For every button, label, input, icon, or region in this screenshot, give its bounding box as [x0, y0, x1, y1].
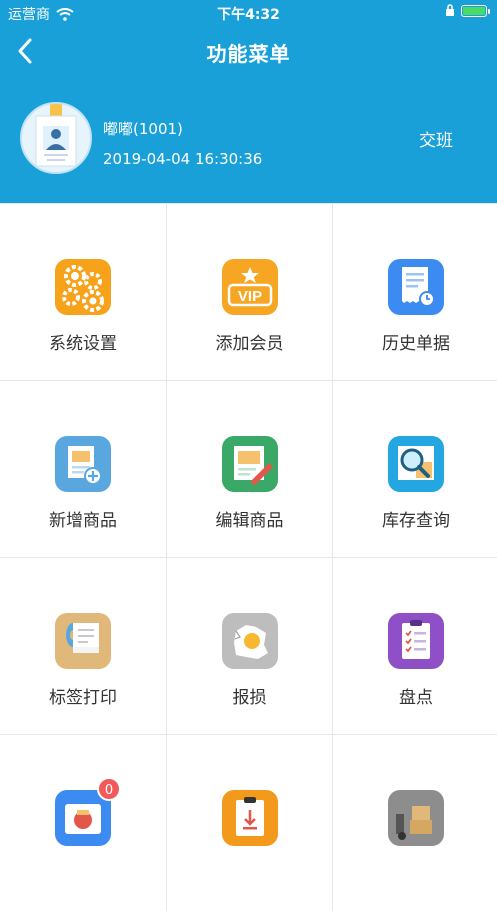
menu-item-system-settings[interactable]: 系统设置: [0, 204, 166, 380]
menu-item-label: 标签打印: [49, 688, 117, 708]
svg-text:VIP: VIP: [237, 288, 261, 305]
user-profile: 嘟嘟(1001) 2019-04-04 16:30:36 交班: [20, 102, 497, 176]
warehouse-icon: [388, 790, 444, 846]
label-print-icon: [55, 613, 111, 669]
battery-icon: [461, 5, 490, 17]
edit-product-icon: [221, 436, 278, 492]
add-product-icon: [55, 436, 111, 492]
stocktake-icon: [388, 613, 444, 669]
menu-item-history-orders[interactable]: 历史单据: [333, 204, 497, 380]
function-menu-grid: 系统设置 VIP 添加会员 历史单据 新增商品 编辑商品 库存查询 标签打印 报…: [0, 203, 497, 911]
avatar: [20, 102, 92, 174]
damage-report-icon: [221, 613, 278, 669]
menu-item-label: 历史单据: [382, 334, 450, 354]
vip-icon: VIP: [221, 259, 278, 315]
menu-item-label: 盘点: [399, 688, 433, 708]
menu-item-label: 系统设置: [49, 334, 117, 354]
receipt-icon: [388, 259, 444, 315]
download-icon: [221, 790, 278, 846]
menu-item-label: 报损: [232, 688, 267, 708]
menu-item-stocktake[interactable]: 盘点: [333, 558, 497, 734]
menu-item-download[interactable]: [167, 735, 332, 911]
login-datetime: 2019-04-04 16:30:36: [103, 150, 263, 168]
orientation-lock-icon: [446, 4, 454, 16]
nav-bar: 功能菜单: [0, 26, 497, 76]
menu-item-warehouse[interactable]: [333, 735, 497, 911]
menu-item-add-member[interactable]: VIP 添加会员: [167, 204, 332, 380]
menu-item-label: 库存查询: [382, 511, 450, 531]
menu-item-damage-report[interactable]: 报损: [167, 558, 332, 734]
header: 运营商 下午4:32 功能菜单 嘟嘟(1001) 2019-04-04 16:3…: [0, 0, 497, 203]
menu-item-delivery[interactable]: 0: [0, 735, 166, 911]
menu-item-edit-product[interactable]: 编辑商品: [167, 381, 332, 557]
status-time: 下午4:32: [217, 7, 280, 23]
menu-item-label-print[interactable]: 标签打印: [0, 558, 166, 734]
gears-icon: [55, 259, 111, 315]
menu-item-label: 编辑商品: [215, 511, 284, 531]
page-title: 功能菜单: [206, 42, 291, 66]
shift-handover-button[interactable]: 交班: [419, 126, 453, 151]
status-bar: 运营商 下午4:32: [0, 0, 497, 26]
menu-item-inventory-query[interactable]: 库存查询: [333, 381, 497, 557]
id-badge-icon: [35, 104, 77, 167]
menu-item-label: 添加会员: [215, 334, 284, 354]
menu-item-new-product[interactable]: 新增商品: [0, 381, 166, 557]
user-name: 嘟嘟(1001): [103, 120, 183, 138]
notification-badge: 0: [97, 777, 121, 801]
inventory-search-icon: [388, 436, 444, 492]
menu-item-label: 新增商品: [49, 511, 117, 531]
